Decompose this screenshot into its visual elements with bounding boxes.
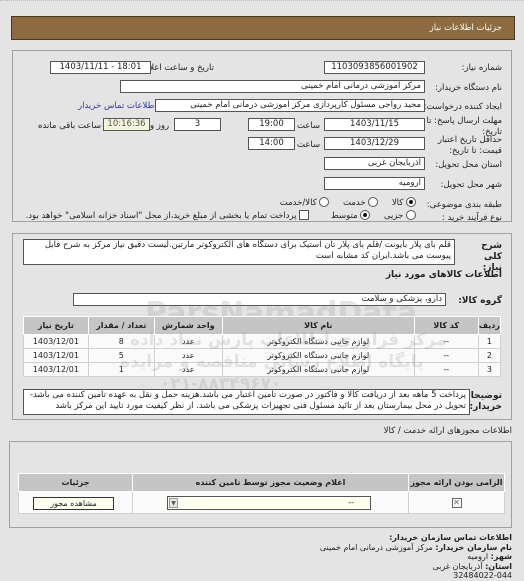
page-header: جزئیات اطلاعات نیاز (11, 16, 515, 40)
licenses-section-title: اطلاعات مجوزهای ارائه خدمت / کالا (383, 426, 512, 436)
top-divider (0, 0, 524, 2)
category-option-goods-service[interactable]: کالا/خدمت (280, 197, 330, 208)
buyer-contact-link[interactable]: اطلاعات تماس خریدار (78, 101, 157, 111)
price-validity-time-field: 14:00 (248, 137, 295, 150)
cell-item-name: لوازم جانبی دستگاه الکتروکوتر (221, 348, 415, 363)
province-field: آذربایجان غربی (324, 157, 425, 170)
radio-goods[interactable] (406, 197, 416, 207)
col-need-date: تاریخ نیاز (23, 316, 89, 335)
checked-box-icon: ✕ (451, 497, 462, 508)
creator-field: مجید رواجی مسئول کارپردازی مرکز آموزشی د… (155, 99, 425, 112)
licenses-table-header: الزامی بودن ارائه مجوز اعلام وضعیت مجوز … (18, 473, 505, 492)
cell-item-name: لوازم جانبی دستگاه الکتروکوتر (221, 334, 415, 349)
col-license-status: اعلام وضعیت مجوز توسط تامین کننده (132, 473, 409, 492)
cell-unit: عدد (153, 334, 223, 349)
buyer-org-field: مرکز آموزشی درمانی امام خمینی (120, 80, 425, 93)
deadline-time-label: ساعت (297, 121, 321, 131)
cell-quantity: 1 (87, 362, 155, 377)
price-validity-label: حداقل تاریخ اعتبار قیمت: تا تاریخ: (437, 135, 502, 156)
cell-license-required: ✕ (408, 491, 505, 514)
payment-checkbox[interactable] (299, 210, 310, 220)
creator-label: ایجاد کننده درخواست: (423, 102, 502, 112)
buyer-org-label: نام دستگاه خریدار: (435, 83, 502, 93)
process-radio-group: جزیی متوسط پرداخت تمام یا بخشی از مبلغ خ… (26, 210, 416, 221)
category-option-goods[interactable]: کالا (392, 197, 416, 208)
cell-item-code: -- (413, 362, 479, 377)
price-validity-time-label: ساعت (297, 140, 321, 150)
cell-unit: عدد (153, 362, 223, 377)
cell-item-code: -- (413, 348, 479, 363)
cell-row-number: 1 (477, 334, 502, 349)
cell-need-date: 1403/12/01 (23, 348, 89, 363)
city-label: شهر محل تحویل: (440, 180, 502, 190)
category-label: طبقه بندی موضوعی: (426, 200, 502, 210)
cell-need-date: 1403/12/01 (23, 362, 89, 377)
table-row: 2 -- لوازم جانبی دستگاه الکتروکوتر عدد 5… (23, 348, 502, 363)
cell-quantity: 8 (87, 334, 155, 349)
need-number-label: شماره نیاز: (461, 63, 502, 73)
city-field: ارومیه (324, 177, 425, 190)
price-validity-date-field: 1403/12/29 (324, 137, 425, 150)
contact-title: اطلاعات تماس سازمان خریدار: (389, 533, 512, 542)
table-row: 1 -- لوازم جانبی دستگاه الکتروکوتر عدد 8… (23, 334, 502, 349)
radio-minor[interactable] (406, 210, 416, 220)
category-option-service[interactable]: خدمت (343, 197, 379, 208)
goods-group-field: دارو، پزشکی و سلامت (73, 293, 446, 306)
contact-org-line: نام سازمان خریدار: مرکز آموزشی درمانی ام… (319, 542, 512, 552)
goods-table-header: ردیف کد کالا نام کالا واحد شمارش تعداد /… (23, 316, 502, 335)
deadline-date-field: 1403/11/15 (324, 118, 425, 131)
radio-medium[interactable] (360, 210, 371, 220)
goods-section-title: اطلاعات کالاهای مورد نیاز (385, 270, 502, 280)
cell-row-number: 3 (477, 362, 502, 377)
contact-block: اطلاعات تماس سازمان خریدار: نام سازمان خ… (320, 533, 512, 581)
cell-quantity: 5 (87, 348, 155, 363)
col-row-number: ردیف (477, 316, 502, 335)
col-license-required: الزامی بودن ارائه مجوز (408, 473, 505, 492)
chevron-down-icon[interactable]: ▼ (169, 498, 178, 508)
view-license-button[interactable]: مشاهده مجوز (33, 497, 114, 510)
days-field: 3 (174, 118, 221, 131)
contact-city-line: شهر: ارومیه (467, 552, 512, 561)
radio-goods-service[interactable] (319, 197, 330, 207)
announce-field: 1403/11/11 - 18:01 (50, 61, 151, 74)
cell-row-number: 2 (477, 348, 502, 363)
province-label: استان محل تحویل: (435, 160, 502, 170)
radio-service[interactable] (368, 197, 379, 207)
deadline-time-field: 19:00 (248, 118, 295, 131)
process-option-minor[interactable]: جزیی (384, 210, 416, 221)
remaining-time-field: 10:16:36 (103, 118, 150, 131)
cell-item-code: -- (413, 334, 479, 349)
col-unit: واحد شمارش (153, 316, 223, 335)
col-license-details: جزئیات (18, 473, 133, 492)
goods-group-label: گروه کالا: (458, 296, 502, 306)
license-status-select[interactable]: -- ▼ (167, 496, 371, 510)
col-item-name: نام کالا (221, 316, 415, 335)
description-field: قلم بای پلار بایونت /قلم بای پلار تان اس… (23, 239, 455, 265)
category-radio-group: کالا خدمت کالا/خدمت (280, 197, 416, 208)
cell-need-date: 1403/12/01 (23, 334, 89, 349)
remaining-label: ساعت باقی مانده (38, 121, 102, 131)
page-title: جزئیات اطلاعات نیاز (429, 23, 502, 33)
process-label: نوع فرآیند خرید : (441, 213, 502, 223)
cell-unit: عدد (153, 348, 223, 363)
col-item-code: کد کالا (413, 316, 479, 335)
need-number-field: 1103093856001902 (324, 61, 425, 74)
days-label: روز و (150, 121, 170, 131)
cell-item-name: لوازم جانبی دستگاه الکتروکوتر (221, 362, 415, 377)
buyer-notes-field: پرداخت 5 ماهه بعد از دریافت کالا و فاکتو… (23, 389, 470, 415)
process-option-medium[interactable]: متوسط (331, 210, 371, 221)
col-quantity: تعداد / مقدار (87, 316, 155, 335)
contact-province-line: استان: آذربایجان غربی (432, 561, 512, 571)
payment-option[interactable]: پرداخت تمام یا بخشی از مبلغ خرید،از محل … (26, 210, 310, 221)
table-row: 3 -- لوازم جانبی دستگاه الکتروکوتر عدد 1… (23, 362, 502, 377)
goods-table: ردیف کد کالا نام کالا واحد شمارش تعداد /… (23, 316, 502, 377)
